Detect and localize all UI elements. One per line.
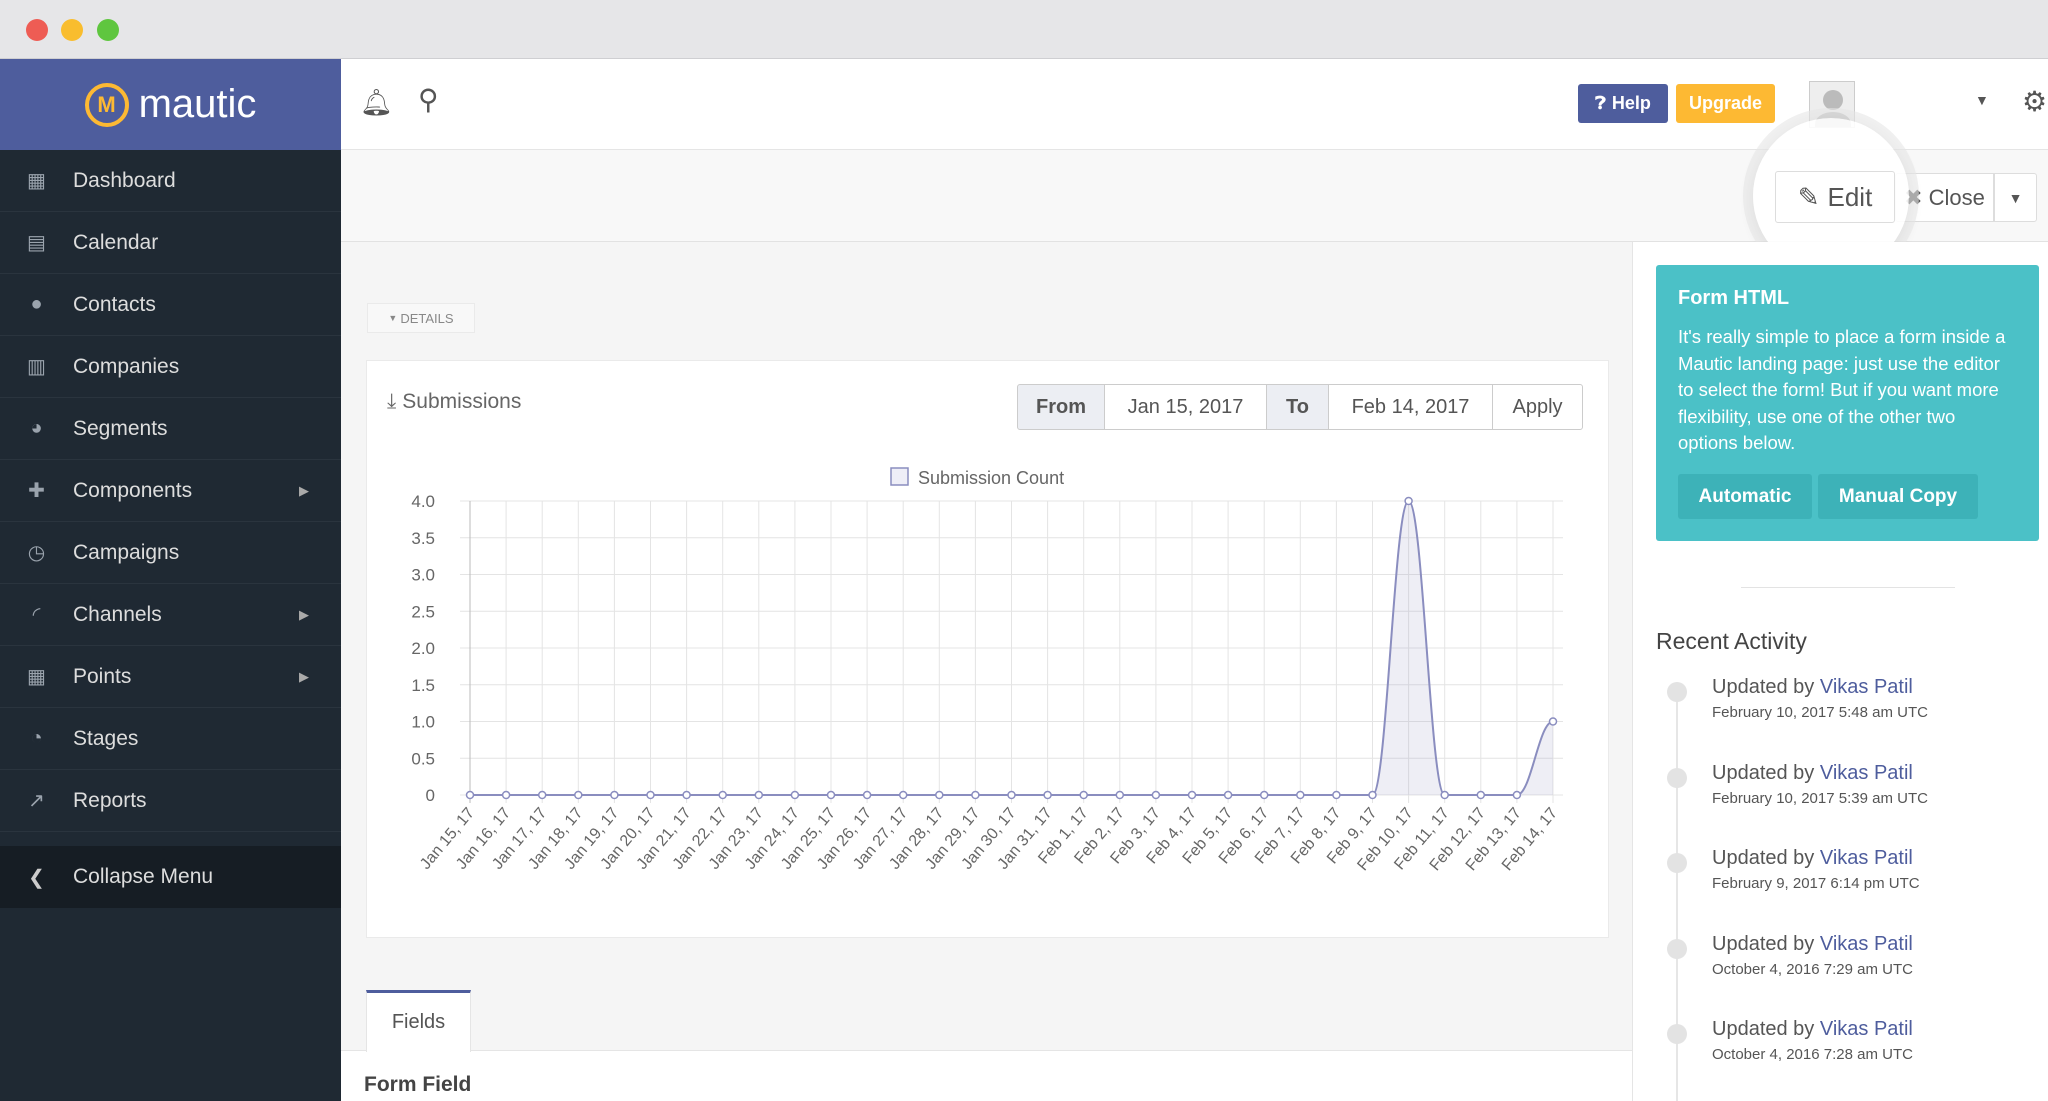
activity-user-link[interactable]: Vikas Patil: [1820, 762, 1913, 784]
y-tick-label: 4.0: [411, 492, 435, 511]
y-tick-label: 1.5: [411, 676, 435, 695]
form-html-box: Form HTML It's really simple to place a …: [1656, 265, 2039, 541]
data-point: [1368, 790, 1377, 800]
data-point: [826, 790, 836, 800]
activity-prefix: Updated by: [1712, 847, 1815, 870]
tab-fields[interactable]: Fields: [366, 990, 471, 1052]
data-point: [754, 790, 764, 800]
data-point: [898, 790, 908, 800]
activity-prefix: Updated by: [1712, 932, 1815, 955]
y-tick-label: 0: [426, 786, 435, 805]
data-point: [1296, 790, 1305, 800]
data-point: [1043, 790, 1052, 800]
data-point: [971, 790, 980, 800]
activity-user-link[interactable]: Vikas Patil: [1820, 933, 1913, 955]
data-point: [1187, 790, 1197, 800]
data-point: [862, 790, 872, 800]
data-point: [574, 790, 583, 800]
form-field-heading: Form Field: [364, 1073, 472, 1096]
data-point: [682, 790, 691, 800]
form-html-text: It's really simple to place a form insid…: [1678, 326, 2006, 453]
activity-text: Updated by Vikas Patil: [1712, 762, 1913, 785]
activity-user-link[interactable]: Vikas Patil: [1820, 847, 1913, 869]
activity-text: Updated by Vikas Patil: [1712, 847, 1913, 870]
manual-copy-button[interactable]: Manual Copy: [1818, 474, 1978, 519]
legend-swatch: [890, 467, 909, 486]
data-point: [646, 790, 655, 800]
timeline-dot: [1667, 682, 1687, 702]
legend-label: Submission Count: [918, 468, 1064, 488]
activity-prefix: Updated by: [1712, 1018, 1815, 1041]
data-point: [610, 790, 619, 800]
data-point: [1332, 790, 1341, 800]
y-tick-label: 3.0: [411, 566, 435, 585]
activity-prefix: Updated by: [1712, 676, 1815, 698]
data-point: [1151, 790, 1161, 800]
form-html-title: Form HTML: [1678, 287, 1790, 309]
activity-date: October 4, 2016 7:28 am UTC: [1712, 1046, 1913, 1064]
data-point: [1259, 790, 1269, 800]
data-point: [1548, 717, 1558, 726]
activity-text: Updated by Vikas Patil: [1712, 676, 1913, 699]
activity-text: Updated by Vikas Patil: [1712, 1018, 1913, 1041]
data-point: [537, 790, 547, 800]
automatic-button[interactable]: Automatic: [1678, 474, 1812, 519]
fields-content: [341, 1050, 1632, 1101]
activity-date: February 9, 2017 6:14 pm UTC: [1712, 875, 1920, 893]
activity-date: February 10, 2017 5:48 am UTC: [1712, 704, 1928, 721]
data-point: [1512, 790, 1522, 800]
activity-user-link[interactable]: Vikas Patil: [1820, 676, 1913, 698]
recent-activity-title: Recent Activity: [1656, 628, 1807, 654]
activity-date: February 10, 2017 5:39 am UTC: [1712, 789, 1928, 807]
timeline-dot: [1667, 938, 1687, 959]
data-point: [935, 790, 944, 800]
data-point: [1115, 790, 1125, 800]
y-tick-label: 0.5: [411, 749, 435, 768]
y-tick-label: 2.0: [411, 639, 435, 658]
data-point: [1223, 790, 1233, 800]
divider: [1741, 587, 1955, 588]
data-point: [1079, 790, 1088, 800]
data-point: [465, 790, 475, 800]
data-point: [501, 790, 511, 800]
y-tick-label: 1.0: [411, 713, 435, 732]
data-point: [790, 790, 800, 800]
y-tick-label: 2.5: [411, 602, 435, 621]
timeline-dot: [1667, 767, 1687, 788]
data-point: [1404, 496, 1413, 506]
y-tick-label: 3.5: [411, 529, 435, 548]
activity-prefix: Updated by: [1712, 761, 1815, 784]
activity-date: October 4, 2016 7:29 am UTC: [1712, 960, 1913, 978]
activity-text: Updated by Vikas Patil: [1712, 933, 1913, 956]
data-point: [1476, 790, 1486, 800]
data-point: [1440, 790, 1449, 800]
data-point: [718, 790, 727, 800]
data-point: [1007, 790, 1016, 800]
activity-user-link[interactable]: Vikas Patil: [1820, 1018, 1913, 1040]
